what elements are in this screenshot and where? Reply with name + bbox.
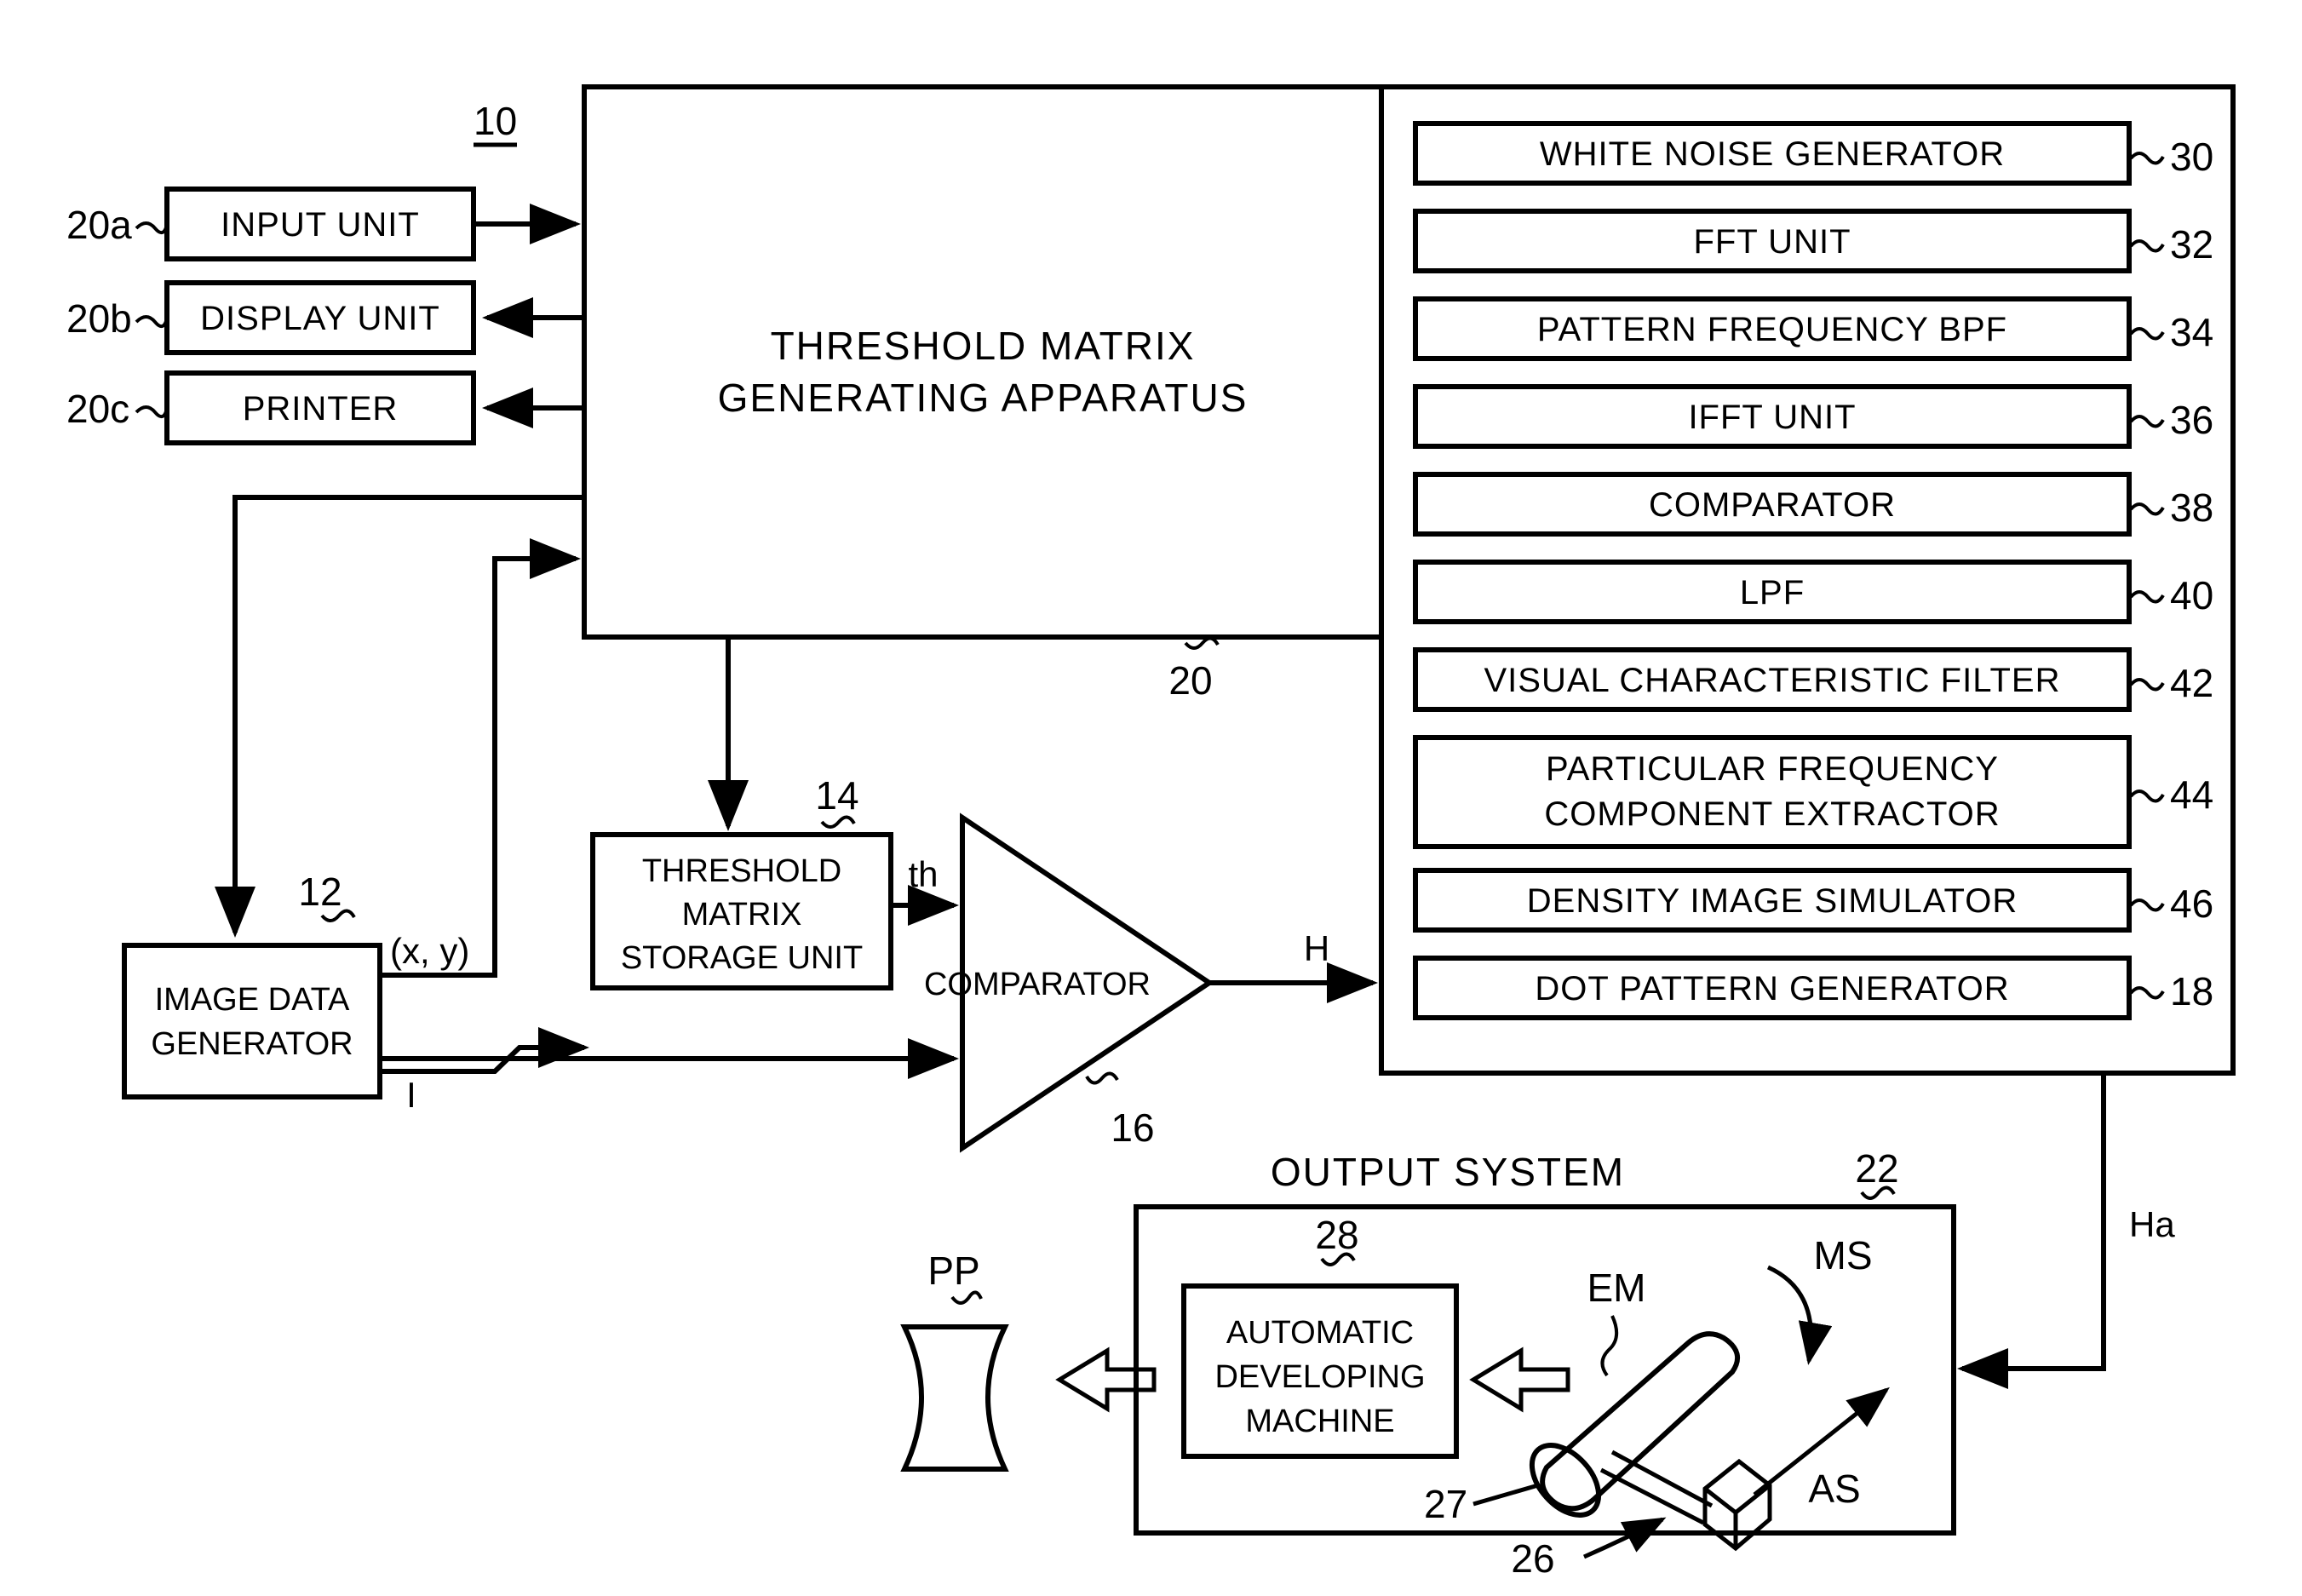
signal-image: I xyxy=(406,1075,416,1115)
ref-32: 32 xyxy=(2170,222,2213,267)
threshold-storage-line2: MATRIX xyxy=(682,897,802,933)
ref-16: 16 xyxy=(1111,1105,1154,1150)
module-label-40: LPF xyxy=(1740,574,1805,611)
apparatus-title-line2: GENERATING APPARATUS xyxy=(718,376,1249,420)
ref-20c: 20c xyxy=(66,387,129,431)
input-unit-label: INPUT UNIT xyxy=(221,206,420,244)
display-unit-label: DISPLAY UNIT xyxy=(200,300,440,337)
ref-28: 28 xyxy=(1315,1213,1358,1257)
threshold-storage-line3: STORAGE UNIT xyxy=(621,940,863,976)
ref-44: 44 xyxy=(2170,772,2213,817)
printer-label: PRINTER xyxy=(243,390,399,428)
apparatus-title-line1: THRESHOLD MATRIX xyxy=(771,324,1196,368)
threshold-storage-line1: THRESHOLD xyxy=(642,853,841,889)
developing-machine-line1: AUTOMATIC xyxy=(1226,1315,1414,1351)
ref-42: 42 xyxy=(2170,661,2213,705)
image-data-generator-line2: GENERATOR xyxy=(151,1026,353,1062)
output-system-title: OUTPUT SYSTEM xyxy=(1271,1150,1625,1194)
signal-halftone: H xyxy=(1304,928,1329,968)
developing-machine-line2: DEVELOPING xyxy=(1214,1359,1425,1395)
ref-40: 40 xyxy=(2170,573,2213,617)
aux-scan-label: AS xyxy=(1808,1467,1860,1511)
ref-18: 18 xyxy=(2170,969,2213,1013)
ref-46: 46 xyxy=(2170,881,2213,926)
developing-machine-line3: MACHINE xyxy=(1245,1404,1394,1439)
ref-10: 10 xyxy=(474,99,517,143)
ref-30: 30 xyxy=(2170,135,2213,179)
module-label-36: IFFT UNIT xyxy=(1688,399,1856,436)
main-scan-label: MS xyxy=(1814,1233,1873,1277)
ref-20-panel: 20 xyxy=(1168,658,1212,703)
ref-20a: 20a xyxy=(66,203,132,247)
module-label-32: FFT UNIT xyxy=(1693,223,1851,261)
ref-38: 38 xyxy=(2170,485,2213,530)
ref-34: 34 xyxy=(2170,310,2213,354)
signal-coords: (x, y) xyxy=(390,931,469,971)
module-label-44-line1: PARTICULAR FREQUENCY xyxy=(1546,750,1999,788)
module-label-46: DENSITY IMAGE SIMULATOR xyxy=(1527,882,2018,920)
patent-figure-canvas: 20a 20b 20c INPUT UNIT DISPLAY UNIT PRIN… xyxy=(0,0,2302,1596)
module-label-38: COMPARATOR xyxy=(1649,486,1896,524)
module-label-44-line2: COMPONENT EXTRACTOR xyxy=(1544,795,2000,833)
ref-22: 22 xyxy=(1855,1146,1898,1191)
module-label-34: PATTERN FREQUENCY BPF xyxy=(1537,311,2007,348)
signal-halftone-a: Ha xyxy=(2129,1204,2175,1244)
ref-36: 36 xyxy=(2170,398,2213,442)
module-label-18: DOT PATTERN GENERATOR xyxy=(1535,970,2009,1008)
module-label-42: VISUAL CHARACTERISTIC FILTER xyxy=(1484,662,2061,699)
ref-14: 14 xyxy=(815,773,858,818)
image-data-generator-line1: IMAGE DATA xyxy=(155,982,350,1018)
signal-threshold: th xyxy=(908,854,938,894)
module-label-30: WHITE NOISE GENERATOR xyxy=(1540,135,2005,173)
ref-26: 26 xyxy=(1511,1536,1554,1581)
comparator-label: COMPARATOR xyxy=(924,967,1151,1002)
ref-12: 12 xyxy=(298,870,342,914)
exposure-medium-label: EM xyxy=(1587,1266,1646,1310)
ref-27: 27 xyxy=(1424,1482,1467,1526)
printed-plate-label: PP xyxy=(927,1249,979,1293)
ref-20b: 20b xyxy=(66,296,132,341)
